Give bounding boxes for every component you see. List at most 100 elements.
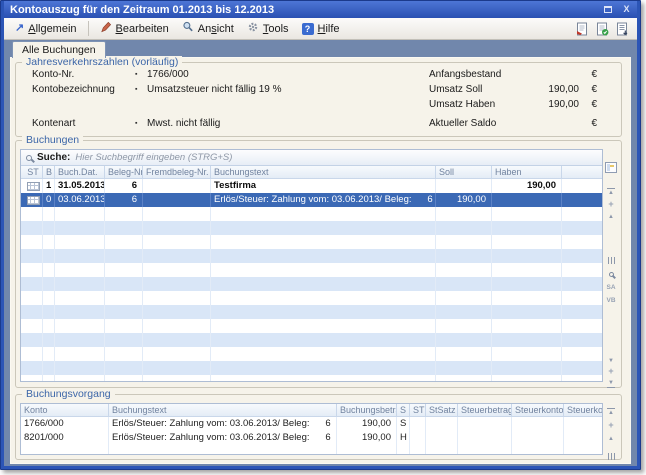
menu-bearbeiten[interactable]: Bearbeiten [94, 19, 175, 38]
booking-empty-row[interactable] [21, 319, 602, 333]
section-jahresverkehrszahlen: Jahresverkehrszahlen (vorläufig) Konto-N… [15, 62, 622, 137]
booking-empty-row[interactable] [21, 291, 602, 305]
col-stsatz[interactable]: StSatz [426, 404, 458, 416]
col-steuerkonto-1[interactable]: Steuerkonto 1 [512, 404, 564, 416]
menu-allgemein[interactable]: ↗ Allgemein [9, 21, 83, 37]
booking-empty-row[interactable] [21, 375, 602, 382]
scroll-up-icon[interactable]: ▲ [605, 433, 617, 444]
scroll-down-icon[interactable]: ▼ [605, 355, 617, 366]
label-umsatz-soll: Umsatz Soll [429, 84, 482, 96]
booking-empty-row[interactable] [21, 207, 602, 221]
booking-row-selected[interactable]: 0 03.06.2013 6 Erlös/Steuer: Zahlung vom… [21, 193, 602, 207]
booking-empty-row[interactable] [21, 277, 602, 291]
section-title: Buchungsvorgang [22, 388, 115, 401]
section-buchungsvorgang: Buchungsvorgang Konto Buchungstext Buchu… [15, 394, 622, 460]
export-sum-icon[interactable] [616, 22, 629, 36]
col-steuerkonto-2[interactable]: Steuerkonto 2 [564, 404, 602, 416]
app-window: Kontoauszug für den Zeitraum 01.2013 bis… [0, 0, 641, 470]
col-steuerbetrag[interactable]: Steuerbetrag [458, 404, 512, 416]
columns-icon[interactable] [605, 255, 617, 266]
window-title: Kontoauszug für den Zeitraum 01.2013 bis… [10, 4, 596, 16]
transaction-empty-area [21, 445, 602, 454]
currency-symbol: € [591, 69, 597, 81]
col-s[interactable]: S [397, 404, 410, 416]
value-konto-nr: 1766/000 [147, 69, 189, 81]
zoom-icon[interactable] [605, 269, 617, 280]
help-icon: ? [302, 23, 314, 35]
booking-empty-row[interactable] [21, 263, 602, 277]
report-icon[interactable] [576, 22, 589, 36]
booking-row[interactable]: 1 31.05.2013 6 Testfirma 190,00 [21, 179, 602, 193]
tools-icon [247, 21, 259, 36]
view-icon [182, 21, 194, 36]
scroll-last-icon[interactable]: ▼ [605, 378, 617, 389]
menu-bearbeiten-label: Bearbeiten [116, 23, 169, 35]
label-konto-nr: Konto-Nr. [32, 69, 74, 81]
col-konto[interactable]: Konto [21, 404, 109, 416]
col-st[interactable]: ST [410, 404, 426, 416]
scroll-first-icon[interactable]: ▲ [605, 407, 617, 418]
col-st[interactable]: ST [21, 166, 43, 178]
title-bar: Kontoauszug für den Zeitraum 01.2013 bis… [4, 1, 637, 18]
currency-symbol: € [591, 84, 597, 96]
menu-hilfe[interactable]: ? Hilfe [296, 21, 346, 37]
bullet-icon: ▪ [135, 118, 137, 130]
menu-bar: ↗ Allgemein Bearbeiten Ansicht Tools ? H… [4, 18, 637, 40]
section-title: Buchungen [22, 134, 83, 147]
col-haben[interactable]: Haben [492, 166, 562, 178]
transaction-row[interactable]: 8201/000 Erlös/Steuer: Zahlung vom: 03.0… [21, 431, 602, 445]
columns-icon[interactable] [605, 451, 617, 462]
transaction-header-row: Konto Buchungstext Buchungsbetrag S ST S… [21, 404, 602, 417]
label-aktueller-saldo: Aktueller Saldo [429, 118, 496, 130]
menu-allgemein-label: Allgemein [28, 23, 76, 35]
row-insert-icon[interactable]: + [605, 420, 617, 431]
column-chooser-icon[interactable] [605, 162, 617, 173]
bullet-icon: ▪ [135, 84, 137, 96]
label-kontobezeichnung: Kontobezeichnung [32, 84, 115, 96]
booking-empty-row[interactable] [21, 305, 602, 319]
col-buchungsbetrag[interactable]: Buchungsbetrag [337, 404, 397, 416]
row-insert-up-icon[interactable]: + [605, 199, 617, 210]
menu-separator [88, 21, 89, 36]
col-b[interactable]: B [43, 166, 55, 178]
scroll-first-icon[interactable]: ▲ [605, 187, 617, 198]
search-bar[interactable]: Suche: Hier Suchbegriff eingeben (STRG+S… [21, 150, 602, 166]
vb-button[interactable]: VB [605, 296, 617, 307]
label-anfangsbestand: Anfangsbestand [429, 69, 501, 81]
value-umsatz-haben: 190,00 [499, 99, 579, 111]
booking-empty-row[interactable] [21, 221, 602, 235]
search-label: Suche: [37, 152, 70, 163]
section-buchungen: Buchungen Suche: Hier Suchbegriff eingeb… [15, 140, 622, 388]
booking-empty-row[interactable] [21, 249, 602, 263]
row-insert-down-icon[interactable]: + [605, 366, 617, 377]
col-buchungstext[interactable]: Buchungstext [109, 404, 337, 416]
tab-alle-buchungen[interactable]: Alle Buchungen [12, 41, 106, 58]
transaction-grid: Konto Buchungstext Buchungsbetrag S ST S… [20, 403, 603, 455]
menu-tools-label: Tools [263, 23, 289, 35]
client-area: Alle Buchungen Jahresverkehrszahlen (vor… [4, 40, 637, 466]
check-document-icon[interactable] [596, 22, 609, 36]
menu-tools[interactable]: Tools [241, 19, 295, 38]
close-button[interactable]: X [619, 4, 634, 16]
edit-icon [100, 21, 112, 36]
col-soll[interactable]: Soll [436, 166, 492, 178]
col-beleg-nr[interactable]: Beleg-Nr. [105, 166, 143, 178]
col-fremdbeleg-nr[interactable]: Fremdbeleg-Nr. [143, 166, 211, 178]
restore-button[interactable] [600, 4, 615, 16]
restore-icon [604, 6, 612, 13]
booking-empty-row[interactable] [21, 333, 602, 347]
booking-empty-row[interactable] [21, 347, 602, 361]
transaction-row[interactable]: 1766/000 Erlös/Steuer: Zahlung vom: 03.0… [21, 417, 602, 431]
bookings-grid: Suche: Hier Suchbegriff eingeben (STRG+S… [20, 149, 603, 382]
col-buchungstext[interactable]: Buchungstext [211, 166, 436, 178]
bookings-side-toolbar: ▲ + ▲ SA VB ▼ + ▼ [604, 149, 618, 382]
label-kontenart: Kontenart [32, 118, 75, 130]
col-buchdat[interactable]: Buch.Dat. [55, 166, 105, 178]
sa-button[interactable]: SA [605, 283, 617, 294]
value-kontenart: Mwst. nicht fällig [147, 118, 220, 130]
record-icon [27, 196, 40, 205]
booking-empty-row[interactable] [21, 235, 602, 249]
scroll-up-icon[interactable]: ▲ [605, 211, 617, 222]
booking-empty-row[interactable] [21, 361, 602, 375]
menu-ansicht[interactable]: Ansicht [176, 19, 240, 38]
